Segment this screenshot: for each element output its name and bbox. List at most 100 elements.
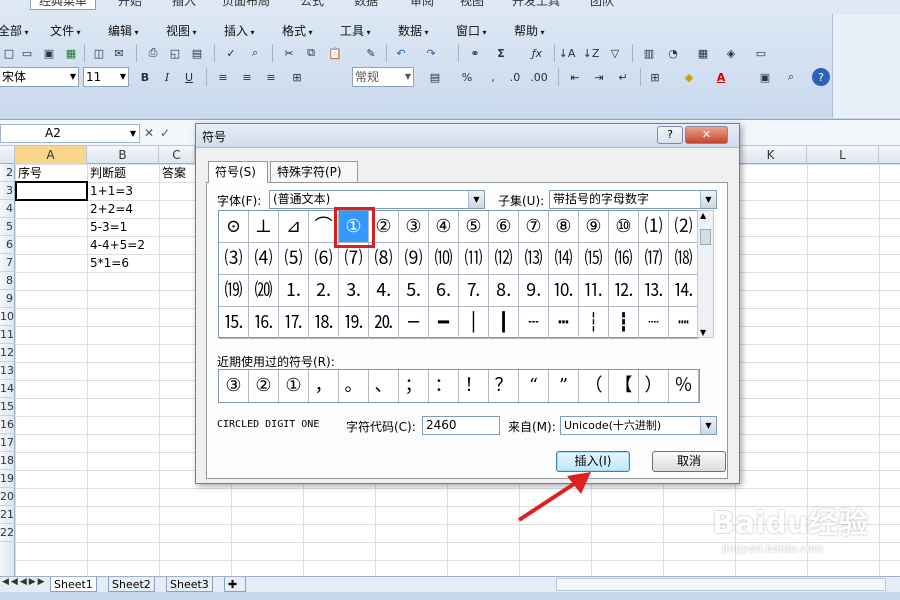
row-header[interactable]: 15 bbox=[0, 398, 15, 416]
row-header[interactable]: 17 bbox=[0, 434, 15, 452]
permission-icon[interactable]: ◫ bbox=[90, 44, 108, 62]
symbol-cell[interactable]: ⒇ bbox=[249, 275, 279, 307]
sheet-tab-1[interactable]: Sheet1 bbox=[50, 577, 97, 592]
symbol-cell[interactable]: ⒊ bbox=[339, 275, 369, 307]
tab-developer[interactable]: 开发工具 bbox=[512, 0, 560, 10]
symbol-cell[interactable]: ⑷ bbox=[249, 243, 279, 275]
symbol-cell[interactable]: ⒓ bbox=[609, 275, 639, 307]
paste-icon[interactable]: 📋 bbox=[326, 44, 344, 62]
symbol-cell[interactable]: ⒒ bbox=[579, 275, 609, 307]
sort-ascending-icon[interactable]: ↓A bbox=[558, 44, 576, 62]
cell-b3[interactable]: 2+2=4 bbox=[90, 200, 133, 218]
symbol-cell[interactable]: ⒆ bbox=[219, 275, 249, 307]
recent-symbol-cell[interactable]: ： bbox=[429, 370, 459, 402]
tab-view[interactable]: 视图 bbox=[460, 0, 484, 10]
function-icon[interactable]: ƒx bbox=[528, 44, 546, 62]
email-icon[interactable]: ✉ bbox=[110, 44, 128, 62]
symbol-cell[interactable]: ┉ bbox=[669, 307, 699, 339]
symbol-cell[interactable]: ⒋ bbox=[369, 275, 399, 307]
recent-symbol-cell[interactable]: “ bbox=[519, 370, 549, 402]
recent-symbols-grid[interactable]: ③ ② ①，。、；：！？ “” （【）％ bbox=[218, 369, 700, 403]
sheet-tab-3[interactable]: Sheet3 bbox=[166, 577, 213, 592]
number-format-combo[interactable]: 常规 ▼ bbox=[352, 67, 414, 87]
row-header[interactable]: 18 bbox=[0, 452, 15, 470]
merge-center-icon[interactable]: ⊞ bbox=[288, 68, 306, 86]
symbol-cell[interactable]: ⒘ bbox=[279, 307, 309, 339]
symbol-cell[interactable]: ⒕ bbox=[669, 275, 699, 307]
recent-symbol-cell[interactable]: 。 bbox=[339, 370, 369, 402]
active-cell-a2[interactable] bbox=[15, 181, 88, 201]
tab-data[interactable]: 数据 bbox=[354, 0, 378, 10]
row-header[interactable]: 13 bbox=[0, 362, 15, 380]
tab-page-layout[interactable]: 页面布局 bbox=[222, 0, 270, 10]
cell-b6[interactable]: 5*1=6 bbox=[90, 254, 129, 272]
recent-symbol-cell[interactable]: ② bbox=[249, 370, 279, 402]
row-header[interactable]: 9 bbox=[0, 290, 15, 308]
symbol-cell[interactable]: ⑦ bbox=[519, 211, 549, 243]
row-header[interactable]: 7 bbox=[0, 254, 15, 272]
chart-icon[interactable]: ▥ bbox=[640, 44, 658, 62]
format-painter-icon[interactable]: ✎ bbox=[362, 44, 380, 62]
row-header[interactable]: 12 bbox=[0, 344, 15, 362]
research-icon[interactable]: ⌕ bbox=[246, 44, 264, 62]
percent-icon[interactable]: % bbox=[458, 68, 476, 86]
symbol-cell[interactable]: ⒔ bbox=[639, 275, 669, 307]
filter-icon[interactable]: ▽ bbox=[606, 44, 624, 62]
row-header[interactable]: 21 bbox=[0, 506, 15, 524]
symbol-cell[interactable]: ⒈ bbox=[279, 275, 309, 307]
tab-classic-menu[interactable]: 经典菜单 bbox=[30, 0, 97, 10]
tab-formulas[interactable]: 公式 bbox=[300, 0, 324, 10]
tab-symbols[interactable]: 符号(S) bbox=[208, 161, 268, 183]
copy-icon[interactable]: ⧉ bbox=[302, 44, 320, 62]
tab-home[interactable]: 开始 bbox=[118, 0, 142, 10]
symbol-cell[interactable]: ⑾ bbox=[459, 243, 489, 275]
wrap-text-icon[interactable]: ↵ bbox=[614, 68, 632, 86]
symbol-cell[interactable]: ⒚ bbox=[339, 307, 369, 339]
symbol-cell[interactable]: ⒌ bbox=[399, 275, 429, 307]
horizontal-scrollbar[interactable] bbox=[556, 578, 886, 591]
help-icon[interactable]: ? bbox=[812, 68, 830, 86]
symbol-grid-scrollbar[interactable]: ▲ ▼ bbox=[697, 210, 714, 338]
tab-team[interactable]: 团队 bbox=[590, 0, 614, 10]
column-header-a[interactable]: A bbox=[15, 146, 87, 164]
symbol-cell[interactable]: ┇ bbox=[609, 307, 639, 339]
menu-format[interactable]: 格式 bbox=[282, 22, 313, 39]
row-header[interactable]: 20 bbox=[0, 488, 15, 506]
recent-symbol-cell[interactable]: ） bbox=[639, 370, 669, 402]
insert-sheet-icon[interactable]: ✚ bbox=[224, 577, 246, 592]
tab-insert[interactable]: 插入 bbox=[172, 0, 196, 10]
symbol-cell[interactable]: ⑩ bbox=[609, 211, 639, 243]
excel-icon[interactable]: ▦ bbox=[62, 44, 80, 62]
symbol-cell[interactable]: ━ bbox=[429, 307, 459, 339]
decrease-decimal-icon[interactable]: .00 bbox=[530, 68, 548, 86]
scroll-up-icon[interactable]: ▲ bbox=[700, 211, 706, 220]
symbol-cell[interactable]: ⑵ bbox=[669, 211, 699, 243]
symbol-cell[interactable]: ⑽ bbox=[429, 243, 459, 275]
symbol-cell[interactable]: ⒂ bbox=[579, 243, 609, 275]
autosum-icon[interactable]: Σ bbox=[492, 44, 510, 62]
symbol-cell[interactable]: ┆ bbox=[579, 307, 609, 339]
cell-b5[interactable]: 4-4+5=2 bbox=[90, 236, 145, 254]
symbol-cell[interactable]: ⑧ bbox=[549, 211, 579, 243]
font-name-combo[interactable]: 宋体 ▼ bbox=[0, 67, 79, 87]
recent-symbol-cell[interactable]: 【 bbox=[609, 370, 639, 402]
row-header[interactable]: 10 bbox=[0, 308, 15, 326]
recent-symbol-cell[interactable]: 、 bbox=[369, 370, 399, 402]
cancel-entry-icon[interactable]: ✕ bbox=[144, 126, 154, 140]
align-right-icon[interactable]: ≡ bbox=[262, 68, 280, 86]
symbol-cell[interactable]: ⒗ bbox=[249, 307, 279, 339]
symbol-cell[interactable]: ⒖ bbox=[219, 307, 249, 339]
cut-icon[interactable]: ✂ bbox=[280, 44, 298, 62]
recent-symbol-cell[interactable]: ！ bbox=[459, 370, 489, 402]
image-icon[interactable]: ▣ bbox=[756, 68, 774, 86]
symbol-cell[interactable]: ⒐ bbox=[519, 275, 549, 307]
border-icon[interactable]: ⊞ bbox=[646, 68, 664, 86]
font-color-icon[interactable]: A bbox=[712, 68, 730, 86]
scroll-thumb[interactable] bbox=[700, 229, 711, 245]
recent-symbol-cell[interactable]: （ bbox=[579, 370, 609, 402]
italic-icon[interactable]: I bbox=[158, 68, 176, 86]
tab-special-chars[interactable]: 特殊字符(P) bbox=[270, 161, 358, 182]
symbol-cell[interactable]: ⒍ bbox=[429, 275, 459, 307]
row-header[interactable]: 14 bbox=[0, 380, 15, 398]
subset-select[interactable]: 带括号的字母数字 ▼ bbox=[549, 190, 717, 209]
